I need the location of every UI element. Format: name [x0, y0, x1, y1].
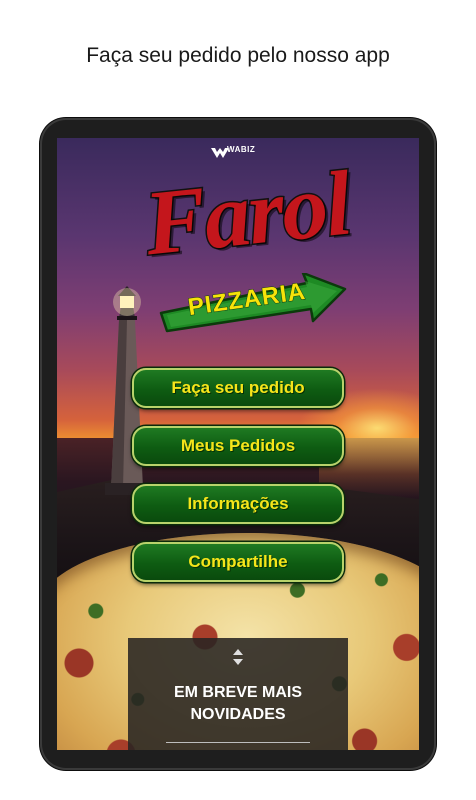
wabiz-logo-text: WABIZ	[227, 145, 256, 154]
news-title: EM BREVE MAIS NOVIDADES	[173, 684, 302, 723]
promo-headline: Faça seu pedido pelo nosso app	[86, 44, 390, 67]
news-divider	[166, 742, 310, 743]
order-button[interactable]: Faça seu pedido	[132, 368, 344, 408]
main-menu: Faça seu pedido Meus Pedidos Informações…	[132, 368, 344, 600]
up-down-arrows-icon[interactable]	[232, 648, 244, 666]
app-screen: WABIZ Farol PIZZARIA Faça seu pedido Meu…	[57, 138, 419, 750]
share-button[interactable]: Compartilhe	[132, 542, 344, 582]
farol-logo-title: Farol	[138, 150, 355, 276]
my-orders-button[interactable]: Meus Pedidos	[132, 426, 344, 466]
news-panel[interactable]: EM BREVE MAIS NOVIDADES	[128, 638, 348, 750]
information-button[interactable]: Informações	[132, 484, 344, 524]
tablet-frame: WABIZ Farol PIZZARIA Faça seu pedido Meu…	[40, 118, 436, 770]
